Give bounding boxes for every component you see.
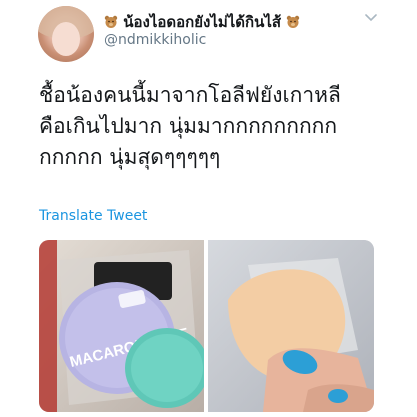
user-handle[interactable]: @ndmikkiholic bbox=[104, 32, 206, 48]
avatar[interactable] bbox=[38, 6, 94, 62]
tweet-line: กกกกก นุ่มสุดๆๆๆๆๆ bbox=[39, 145, 221, 169]
tweet-line: ชื้อน้องคนนี้มาจากโอลีฟยังเกาหลี bbox=[39, 83, 341, 107]
display-name-row[interactable]: น้องไอดอกยังไม่ได้กินไส้ bbox=[104, 10, 300, 34]
avatar-face bbox=[52, 22, 80, 56]
photo-right[interactable] bbox=[208, 240, 374, 412]
chevron-down-icon[interactable] bbox=[365, 14, 377, 22]
tweet-text: ชื้อน้องคนนี้มาจากโอลีฟยังเกาหลี คือเกิน… bbox=[39, 80, 384, 173]
teddy-bear-icon bbox=[104, 15, 118, 28]
media-grid: MACARON PUFF bbox=[39, 240, 374, 412]
translate-tweet-link[interactable]: Translate Tweet bbox=[39, 208, 147, 224]
teddy-bear-icon bbox=[287, 15, 300, 28]
puff-package-illustration: MACARON PUFF bbox=[39, 240, 209, 412]
display-name: น้องไอดอกยังไม่ได้กินไส้ bbox=[123, 13, 282, 31]
photo-left[interactable]: MACARON PUFF bbox=[39, 240, 209, 412]
tweet-line: คือเกินไปมาก นุ่มมากกกกกกกกก bbox=[39, 114, 338, 138]
puff-hand-illustration bbox=[208, 240, 374, 412]
